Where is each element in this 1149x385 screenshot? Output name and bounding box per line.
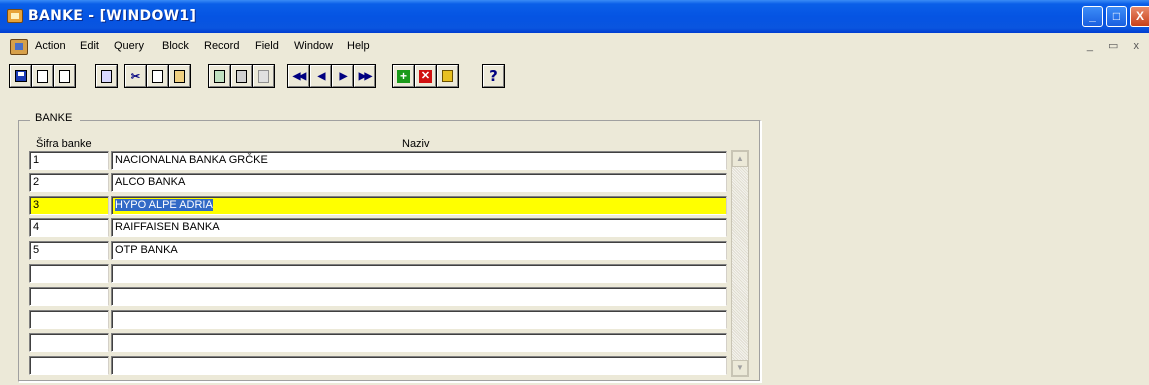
cancel-query-icon	[258, 69, 269, 83]
first-record-icon: ◀◀	[292, 70, 306, 82]
table-row[interactable]: 2 ALCO BANKA	[29, 173, 729, 192]
last-record-button[interactable]: ▶▶	[354, 65, 375, 87]
previous-record-icon: ◀	[317, 70, 326, 82]
paste-button[interactable]	[169, 65, 190, 87]
column-header-id: Šifra banke	[36, 138, 92, 150]
vertical-scrollbar[interactable]: ▲ ▼	[731, 150, 749, 377]
table-row[interactable]	[29, 310, 729, 329]
toolbar: ✂ ◀◀ ◀ ▶ ▶▶ + ✕ ?	[0, 62, 1149, 90]
exit-button[interactable]	[96, 65, 117, 87]
row-name-field[interactable]	[111, 356, 727, 375]
print-preview-button[interactable]	[54, 65, 75, 87]
first-record-button[interactable]: ◀◀	[288, 65, 309, 87]
menu-action[interactable]: Action	[35, 40, 66, 52]
next-record-icon: ▶	[339, 70, 348, 82]
execute-query-button[interactable]	[231, 65, 252, 87]
row-id-field[interactable]	[29, 287, 109, 306]
toolbar-group-exit	[95, 64, 118, 88]
print-icon	[37, 69, 48, 83]
row-name-field[interactable]	[111, 310, 727, 329]
block-title: BANKE	[30, 112, 81, 124]
cut-button[interactable]: ✂	[125, 65, 146, 87]
copy-icon	[152, 69, 163, 83]
row-name-field[interactable]	[111, 333, 727, 352]
save-button[interactable]	[10, 65, 31, 87]
row-id-field[interactable]	[29, 310, 109, 329]
row-id-field[interactable]: 1	[29, 151, 109, 170]
row-id-field[interactable]: 2	[29, 173, 109, 192]
query-icon	[214, 69, 225, 83]
help-icon: ?	[489, 67, 498, 85]
menu-bar: Action Edit Query Block Record Field Win…	[0, 37, 1149, 57]
table-row-selected[interactable]: 3 HYPO ALPE ADRIA	[29, 196, 729, 215]
row-id-field[interactable]: 3	[29, 196, 109, 215]
table-row[interactable]	[29, 287, 729, 306]
row-name-field[interactable]: RAIFFAISEN BANKA	[111, 218, 727, 237]
save-icon	[14, 70, 27, 82]
menu-block[interactable]: Block	[162, 40, 189, 52]
toolbar-group-navigation: ◀◀ ◀ ▶ ▶▶	[287, 64, 376, 88]
exit-icon	[101, 69, 112, 83]
menu-window[interactable]: Window	[294, 40, 333, 52]
copy-button[interactable]	[147, 65, 168, 87]
next-record-button[interactable]: ▶	[332, 65, 353, 87]
paste-icon	[174, 69, 185, 83]
row-name-field[interactable]: NACIONALNA BANKA GRČKE	[111, 151, 727, 170]
table-row[interactable]	[29, 264, 729, 283]
table-row[interactable]	[29, 356, 729, 375]
row-id-field[interactable]	[29, 333, 109, 352]
scroll-down-button[interactable]: ▼	[732, 360, 748, 376]
row-name-field[interactable]: HYPO ALPE ADRIA	[111, 196, 727, 215]
row-id-field[interactable]: 5	[29, 241, 109, 260]
title-bar[interactable]: BANKE - [WINDOW1] _ □ X	[0, 0, 1149, 33]
toolbar-group-record: + ✕	[392, 64, 459, 88]
app-icon[interactable]	[7, 9, 23, 23]
toolbar-group-file	[9, 64, 76, 88]
maximize-button[interactable]: □	[1106, 6, 1127, 27]
window-title: BANKE - [WINDOW1]	[28, 8, 197, 24]
row-id-field[interactable]	[29, 356, 109, 375]
cut-icon: ✂	[130, 70, 141, 83]
selected-text: HYPO ALPE ADRIA	[115, 199, 213, 211]
row-name-field[interactable]	[111, 287, 727, 306]
column-header-name: Naziv	[402, 138, 430, 150]
menu-record[interactable]: Record	[204, 40, 239, 52]
menu-help[interactable]: Help	[347, 40, 370, 52]
toolbar-group-edit: ✂	[124, 64, 191, 88]
table-row[interactable]: 5 OTP BANKA	[29, 241, 729, 260]
delete-record-icon: ✕	[419, 69, 432, 83]
menu-field[interactable]: Field	[255, 40, 279, 52]
insert-record-icon: +	[397, 69, 410, 83]
row-name-field[interactable]: OTP BANKA	[111, 241, 727, 260]
row-id-field[interactable]	[29, 264, 109, 283]
help-button[interactable]: ?	[483, 65, 504, 87]
row-name-field[interactable]: ALCO BANKA	[111, 173, 727, 192]
form-icon[interactable]	[10, 39, 28, 55]
print-preview-icon	[59, 69, 70, 83]
table-row[interactable]: 4 RAIFFAISEN BANKA	[29, 218, 729, 237]
lock-record-icon	[442, 70, 453, 82]
row-name-field[interactable]	[111, 264, 727, 283]
previous-record-button[interactable]: ◀	[310, 65, 331, 87]
close-button[interactable]: X	[1130, 6, 1149, 27]
delete-record-button[interactable]: ✕	[415, 65, 436, 87]
table-row[interactable]: 1 NACIONALNA BANKA GRČKE	[29, 151, 729, 170]
minimize-button[interactable]: _	[1082, 6, 1103, 27]
last-record-icon: ▶▶	[358, 70, 372, 82]
cancel-query-button[interactable]	[253, 65, 274, 87]
toolbar-group-query	[208, 64, 275, 88]
row-id-field[interactable]: 4	[29, 218, 109, 237]
menu-edit[interactable]: Edit	[80, 40, 99, 52]
lock-record-button[interactable]	[437, 65, 458, 87]
execute-query-icon	[236, 69, 247, 83]
mdi-window-controls[interactable]: _ ▭ x	[1087, 39, 1145, 52]
scroll-up-button[interactable]: ▲	[732, 151, 748, 167]
menu-query[interactable]: Query	[114, 40, 144, 52]
table-row[interactable]	[29, 333, 729, 352]
enter-query-button[interactable]	[209, 65, 230, 87]
print-button[interactable]	[32, 65, 53, 87]
toolbar-group-help: ?	[482, 64, 505, 88]
insert-record-button[interactable]: +	[393, 65, 414, 87]
